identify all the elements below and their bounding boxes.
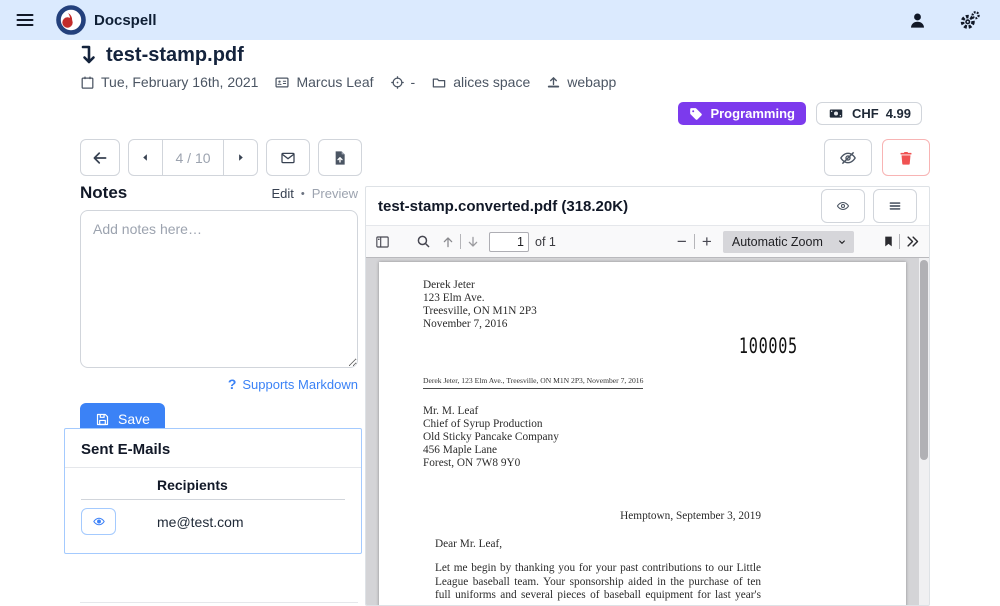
hide-icon [838, 149, 858, 167]
recipient-value: me@test.com [157, 500, 345, 538]
pdf-scrollbar-thumb[interactable] [920, 260, 928, 460]
download-icon [80, 45, 96, 67]
notes-preview-tab[interactable]: Preview [312, 186, 358, 201]
item-date: Tue, February 16th, 2021 [80, 74, 258, 90]
markdown-link[interactable]: Supports Markdown [242, 377, 358, 392]
money-icon [827, 106, 845, 121]
top-navbar: Docspell [0, 0, 1000, 40]
badges-row: Programming CHF 4.99 [678, 102, 922, 125]
docspell-app: Docspell test-stamp.pdf Tue, February 16… [0, 0, 1000, 606]
docspell-logo-icon [56, 5, 86, 35]
item-correspondent: Marcus Leaf [274, 74, 373, 90]
app-title: Docspell [94, 12, 157, 29]
sent-emails-table: Recipients me@test.com [81, 470, 345, 537]
zoom-select[interactable]: Automatic Zoom [723, 231, 854, 253]
page-navigation: 4 / 10 [128, 139, 258, 176]
pdf-scrollbar [919, 258, 929, 605]
tag-label: Programming [710, 106, 795, 121]
page-count-label: of 1 [535, 235, 556, 249]
letter-recipient-block: Mr. M. Leaf Chief of Syrup Production Ol… [423, 405, 559, 470]
expand-icon[interactable] [904, 234, 921, 249]
find-previous-icon[interactable] [440, 234, 456, 250]
table-row: me@test.com [81, 500, 345, 538]
user-icon[interactable] [904, 7, 930, 33]
item-header: test-stamp.pdf [80, 44, 244, 67]
item-actions [824, 139, 930, 176]
notes-edit-tab[interactable]: Edit [271, 186, 293, 201]
prev-item-button[interactable] [129, 140, 162, 175]
pdf-page: Derek Jeter 123 Elm Ave. Treesville, ON … [379, 262, 906, 605]
upload-icon [546, 75, 561, 90]
letter-sender-block: Derek Jeter 123 Elm Ave. Treesville, ON … [423, 279, 537, 331]
notes-heading: Notes [80, 183, 127, 203]
page-title: test-stamp.pdf [106, 44, 244, 67]
tag-icon [689, 107, 703, 121]
tag-badge[interactable]: Programming [678, 102, 806, 125]
item-concerning: - [390, 74, 416, 90]
page-number-input[interactable] [489, 232, 529, 252]
sidebar-toggle-icon[interactable] [374, 234, 391, 250]
pdf-toolbar: of 1 − + Automatic Zoom [366, 226, 929, 258]
calendar-icon [80, 75, 95, 90]
section-divider [80, 602, 358, 603]
notes-section: Notes Edit • Preview ? Supports Markdown… [80, 183, 358, 435]
letter-salutation: Dear Mr. Leaf, [435, 538, 502, 550]
folder-icon [431, 75, 447, 90]
page-indicator: 4 / 10 [162, 140, 224, 175]
hide-button[interactable] [824, 139, 872, 176]
attachment-menu-button[interactable] [873, 189, 917, 223]
markdown-hint: ? Supports Markdown [80, 376, 358, 392]
eye-icon [91, 515, 107, 528]
send-mail-button[interactable] [266, 139, 310, 176]
amount-badge[interactable]: CHF 4.99 [816, 102, 922, 125]
actions-column-header [81, 470, 157, 500]
notes-input[interactable] [80, 210, 358, 368]
menu-list-icon [887, 199, 903, 213]
next-item-button[interactable] [224, 140, 257, 175]
amount-currency: CHF [852, 106, 879, 121]
zoom-select-value: Automatic Zoom [732, 235, 823, 249]
view-email-button[interactable] [81, 508, 116, 535]
add-file-button[interactable] [318, 139, 362, 176]
zoom-in-icon[interactable]: + [699, 232, 715, 252]
stamp-number: 100005 [739, 334, 798, 358]
letter-return-address: Derek Jeter, 123 Elm Ave., Treesville, O… [423, 376, 643, 389]
item-controls: 4 / 10 [80, 139, 362, 176]
eye-icon [834, 199, 852, 213]
find-next-icon[interactable] [465, 234, 481, 250]
pdf-attachment-card: test-stamp.converted.pdf (318.20K) [365, 186, 930, 606]
amount-value: 4.99 [886, 106, 911, 121]
item-folder: alices space [431, 74, 530, 90]
item-metadata: Tue, February 16th, 2021 Marcus Leaf - a… [80, 74, 616, 90]
mail-icon [279, 150, 297, 166]
sent-emails-panel: Sent E-Mails Recipients me@test.com [64, 428, 362, 554]
save-label: Save [118, 411, 150, 427]
concerning-icon [390, 75, 405, 90]
delete-icon [898, 149, 914, 167]
back-button[interactable] [80, 139, 120, 176]
sent-emails-heading: Sent E-Mails [81, 441, 345, 458]
help-icon: ? [228, 376, 237, 392]
person-card-icon [274, 75, 290, 90]
letter-paragraph: Let me begin by thanking you for your pa… [435, 562, 761, 605]
save-icon [95, 412, 110, 427]
attachment-filename: test-stamp.converted.pdf (318.20K) [378, 198, 628, 215]
recipients-column-header: Recipients [157, 470, 345, 500]
bookmark-icon[interactable] [882, 234, 895, 249]
zoom-out-icon[interactable]: − [674, 232, 690, 252]
menu-icon[interactable] [10, 5, 40, 35]
pdf-viewport[interactable]: Derek Jeter 123 Elm Ave. Treesville, ON … [366, 258, 929, 605]
search-icon[interactable] [415, 233, 432, 250]
add-file-icon [332, 149, 348, 167]
item-source: webapp [546, 74, 616, 90]
notes-tab-separator: • [301, 188, 305, 200]
settings-icon[interactable] [956, 7, 982, 33]
chevron-down-icon [837, 238, 847, 246]
letter-place-date: Hemptown, September 3, 2019 [620, 510, 761, 522]
attachment-view-button[interactable] [821, 189, 865, 223]
delete-button[interactable] [882, 139, 930, 176]
